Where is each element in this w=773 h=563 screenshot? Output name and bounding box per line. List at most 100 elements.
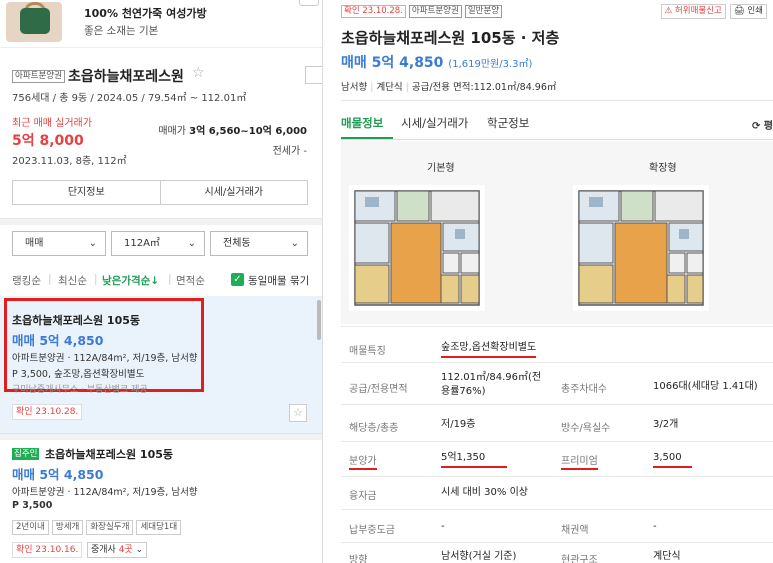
sort-ranking[interactable]: 랭킹순 (12, 273, 41, 288)
chevron-down-icon: ⌄ (88, 238, 97, 249)
table-row: 해당층/총층 저/19층 방수/욕실수 3/2개 (341, 404, 773, 441)
print-button[interactable]: 🖨 인쇄 (729, 4, 767, 19)
listing-premium: P 3,500 (12, 500, 53, 511)
listing-panel: 100% 천연가죽 여성가방 좋은 소재는 기본 아파트분양권 초읍하늘채포레스… (0, 0, 323, 563)
row-label: 채권액 (561, 525, 589, 536)
report-fake-button[interactable]: ⚠ 허위매물신고 (660, 4, 726, 19)
detail-tabs: 매물정보 시세/실거래가 학군정보 ⟳ 평 (341, 104, 773, 140)
row-value: 112.01㎡/84.96㎡(전용률76%) (441, 372, 542, 397)
complex-type-tag: 아파트분양권 (12, 70, 65, 83)
complex-name[interactable]: 초읍하늘채포레스원 (68, 66, 184, 86)
row-value: 저/19층 (441, 419, 476, 430)
group-same-label[interactable]: 동일매물 묶기 (248, 273, 309, 288)
list-item[interactable]: 초읍하늘채포레스원 105동 매매 5억 4,850 아파트분양권 · 112A… (0, 296, 322, 434)
broker-count: 4곳 (118, 545, 133, 555)
ad-subtitle: 좋은 소재는 기본 (84, 25, 159, 37)
listing-spec: 아파트분양권 · 112A/84m², 저/19층, 남서향 (12, 487, 198, 498)
row-value: 5억1,350 (441, 451, 508, 468)
building-select[interactable]: 전체동 ⌄ (210, 231, 308, 256)
detail-price-per-area: (1,619만원/3.3㎡) (448, 59, 533, 70)
ad-bag-image (6, 2, 62, 42)
recent-trade-price: 5억 8,000 (12, 133, 84, 149)
sort-separator: | (48, 273, 52, 285)
confirm-date-tag: 확인 23.10.28. (341, 5, 406, 18)
detail-price-value: 매매 5억 4,850 (341, 55, 444, 71)
favorite-star-icon[interactable]: ☆ (289, 404, 307, 422)
detail-summary: 남서향 | 계단식 | 공급/전용 면적:112.01㎡/84.96㎡ (341, 82, 557, 93)
row-label: 납부중도금 (349, 525, 395, 536)
floorplan-extended-label: 확장형 (649, 163, 677, 174)
chevron-down-icon: ⌄ (132, 545, 144, 555)
table-row: 공급/전용면적 112.01㎡/84.96㎡(전용률76%) 총주차대수 106… (341, 362, 773, 404)
active-tab-indicator (341, 137, 393, 139)
feature-chip: 2년이내 (12, 520, 49, 535)
row-label: 분양가 (349, 452, 377, 470)
sort-bar: 랭킹순 | 최신순 | 낮은가격순↓ | 면적순 ✓ 동일매물 묶기 (0, 266, 322, 294)
favorite-star-icon[interactable]: ☆ (192, 65, 205, 81)
listing-name: 초읍하늘채포레스원 105동 (12, 314, 140, 327)
confirm-date-badge: 확인 23.10.16. (12, 542, 83, 558)
sale-type-tag: 일반분양 (464, 5, 503, 18)
row-label: 프리미엄 (561, 452, 598, 470)
ad-banner[interactable]: 100% 천연가죽 여성가방 좋은 소재는 기본 (0, 0, 322, 48)
listing-provider: 구미남중개사무소 · 부동산뱅크 제공 (12, 385, 148, 395)
feature-chip: 방세개 (51, 520, 84, 535)
sort-separator: | (168, 273, 172, 285)
broker-count-button[interactable]: 중개사 4곳 ⌄ (87, 542, 148, 558)
table-row: 융자금 시세 대비 30% 이상 (341, 476, 773, 509)
floorplan-extended-image[interactable] (571, 183, 711, 313)
row-value: 남서향(거실 기준) (441, 551, 517, 562)
detail-title: 초읍하늘채포레스원 105동 · 저층 (341, 29, 560, 47)
tab-complex-info[interactable]: 단지정보 (13, 181, 160, 204)
sort-area[interactable]: 면적순 (176, 273, 205, 288)
sale-price-value: 3억 6,560~10억 6,000 (189, 126, 307, 137)
sort-lowest-price[interactable]: 낮은가격순↓ (102, 273, 159, 288)
building-value: 전체동 (223, 238, 251, 249)
floorplan-section: 기본형 확장형 (341, 141, 773, 324)
jeonse-price: 전세가 - (272, 146, 307, 157)
refresh-button[interactable]: ⟳ 평 (752, 117, 773, 132)
owner-badge: 집주인 (12, 448, 40, 460)
trade-type-select[interactable]: 매매 ⌄ (12, 231, 106, 256)
feature-chip: 세대당1대 (136, 520, 182, 535)
floorplan-basic-image[interactable] (347, 183, 487, 313)
row-value: 3/2개 (653, 419, 679, 430)
confirm-date-badge: 확인 23.10.28. (12, 404, 83, 420)
tab-listing-info[interactable]: 매물정보 (341, 115, 383, 131)
table-row: 매물특징 숲조망,옵션확장비별도 (341, 326, 773, 362)
divider (341, 100, 773, 101)
tab-school-info[interactable]: 학군정보 (487, 115, 529, 131)
sort-latest[interactable]: 최신순 (58, 273, 87, 288)
trade-type-value: 매매 (25, 238, 44, 249)
listing-features: P 3,500, 숲조망,옵션확장비별도 (12, 369, 145, 380)
complex-tabs: 단지정보 시세/실거래가 (12, 180, 308, 205)
row-label: 매물특징 (349, 346, 386, 357)
tab-market-price[interactable]: 시세/실거래가 (401, 115, 468, 131)
row-value: 시세 대비 30% 이상 (441, 487, 528, 498)
recent-trade-date: 2023.11.03, 8층, 112㎡ (12, 156, 127, 167)
row-label: 방수/욕실수 (561, 423, 611, 434)
complex-summary: 아파트분양권 초읍하늘채포레스원 ☆ 756세대 / 총 9동 / 2024.0… (0, 48, 322, 218)
tab-market-price[interactable]: 시세/실거래가 (159, 181, 308, 204)
table-row: 분양가 5억1,350 프리미엄 3,500 (341, 441, 773, 476)
sort-separator: | (94, 273, 98, 285)
scrollbar-thumb[interactable] (317, 300, 321, 340)
panel-collapse-button[interactable] (305, 66, 322, 84)
row-value: 숲조망,옵션확장비별도 (441, 341, 537, 358)
ad-close-tab[interactable] (299, 0, 319, 6)
row-label: 총주차대수 (561, 384, 607, 395)
table-row: 방향 남서향(거실 기준) 현관구조 계단식 (341, 542, 773, 563)
sale-price-label: 매매가 (158, 126, 186, 137)
area-value: 112A㎡ (124, 238, 160, 249)
chevron-down-icon: ⌄ (187, 238, 196, 249)
list-item[interactable]: 집주인 초읍하늘채포레스원 105동 매매 5억 4,850 아파트분양권 · … (0, 440, 322, 563)
area-select[interactable]: 112A㎡ ⌄ (111, 231, 205, 256)
detail-actions: ⚠ 허위매물신고 🖨 인쇄 (660, 4, 767, 19)
summary-stair: 계단식 (376, 82, 403, 93)
filter-bar: 매매 ⌄ 112A㎡ ⌄ 전체동 ⌄ (0, 225, 322, 261)
row-value: 1066대(세대당 1.41대) (653, 381, 758, 392)
summary-direction: 남서향 (341, 82, 368, 93)
feature-chip: 화장실두개 (86, 520, 134, 535)
group-same-checkbox[interactable]: ✓ (231, 273, 244, 286)
table-row: 납부중도금 - 채권액 - (341, 509, 773, 542)
